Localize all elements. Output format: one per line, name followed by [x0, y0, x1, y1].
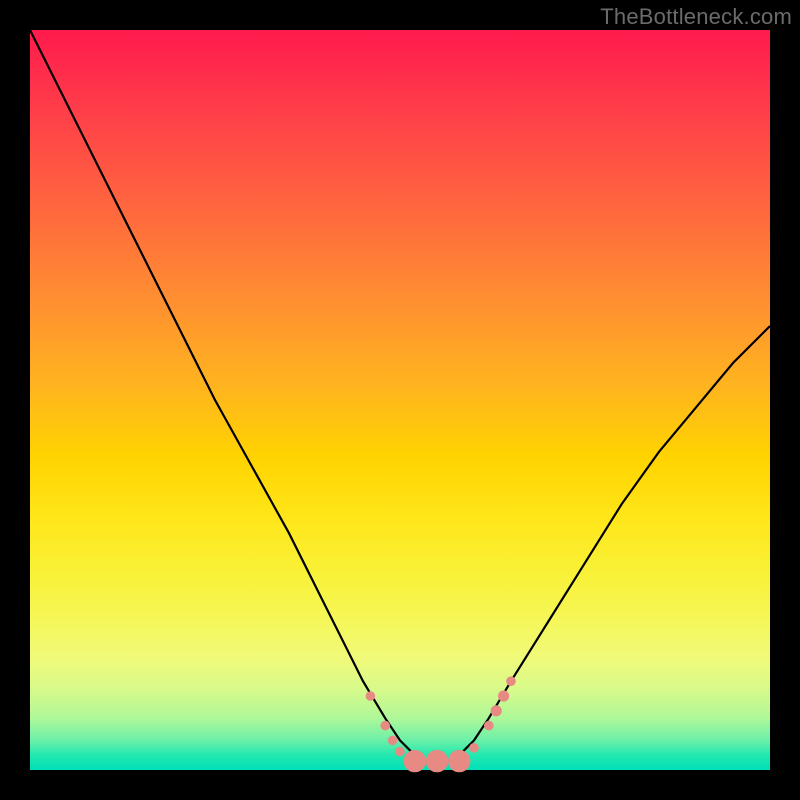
curve-marker: [491, 705, 502, 716]
plot-area: [30, 30, 770, 770]
curve-marker: [366, 691, 376, 701]
curve-marker: [388, 736, 398, 746]
bottleneck-curve: [30, 30, 770, 763]
curve-marker: [484, 721, 494, 731]
curve-marker: [498, 690, 509, 701]
curve-marker: [448, 750, 470, 772]
chart-frame: TheBottleneck.com: [0, 0, 800, 800]
curve-markers: [366, 676, 516, 772]
curve-marker: [395, 747, 405, 757]
watermark-text: TheBottleneck.com: [600, 4, 792, 30]
curve-marker: [506, 676, 516, 686]
curve-marker: [380, 721, 390, 731]
curve-marker: [469, 743, 479, 753]
curve-marker: [404, 750, 426, 772]
bottleneck-curve-svg: [30, 30, 770, 770]
curve-marker: [426, 750, 448, 772]
